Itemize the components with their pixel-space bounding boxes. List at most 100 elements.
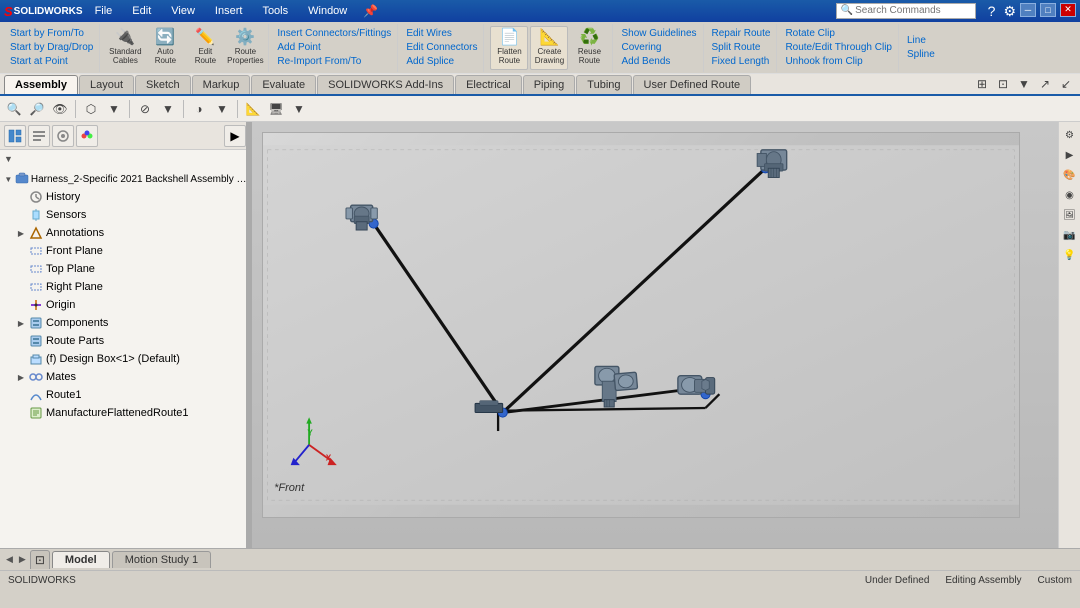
tree-item-route-parts[interactable]: Route Parts <box>0 332 250 350</box>
start-from-to-button[interactable]: Start by From/To <box>8 27 95 40</box>
tab-user-defined-route[interactable]: User Defined Route <box>633 75 752 94</box>
zoom-select-icon[interactable]: 🔍 <box>4 99 24 119</box>
unhook-clip-button[interactable]: Unhook from Clip <box>783 55 894 68</box>
sidebar-expand-icon[interactable]: ▶ <box>224 125 246 147</box>
tab-layout[interactable]: Layout <box>79 75 134 94</box>
add-point-button[interactable]: Add Point <box>275 41 393 54</box>
edit-wires-button[interactable]: Edit Wires <box>404 27 479 40</box>
tab-electrical[interactable]: Electrical <box>455 75 522 94</box>
tab-model[interactable]: Model <box>52 551 110 568</box>
tree-root-item[interactable]: ▼ Harness_2-Specific 2021 Backshell Asse… <box>0 170 250 188</box>
expand-icon[interactable]: ↗ <box>1035 74 1055 94</box>
viewport-single-icon[interactable]: ⊡ <box>993 74 1013 94</box>
annotations-expand[interactable]: ▶ <box>14 226 28 240</box>
rp-expand-icon[interactable]: ▶ <box>1061 146 1079 164</box>
display-style-icon[interactable]: ⬡ <box>81 99 101 119</box>
tab-motion-study[interactable]: Motion Study 1 <box>112 551 211 568</box>
auto-route-button[interactable]: 🔄 Auto Route <box>146 26 184 70</box>
help-icon[interactable]: ? <box>988 3 996 20</box>
menu-insert[interactable]: Insert <box>207 3 251 19</box>
section-view-icon[interactable]: ⊘ <box>135 99 155 119</box>
menu-window[interactable]: Window <box>300 3 355 19</box>
scene-area[interactable]: Y X *Front <box>262 132 1020 518</box>
tree-item-right-plane[interactable]: Right Plane <box>0 278 250 296</box>
tab-solidworks-addins[interactable]: SOLIDWORKS Add-Ins <box>317 75 454 94</box>
menu-pin[interactable]: 📌 <box>363 4 378 18</box>
edit-connectors-button[interactable]: Edit Connectors <box>404 41 479 54</box>
settings-icon[interactable]: ⚙ <box>1003 3 1016 20</box>
components-expand[interactable]: ▶ <box>14 316 28 330</box>
rp-settings-icon[interactable]: ⚙ <box>1061 126 1079 144</box>
tab-nav-left[interactable]: ◀ <box>4 552 15 567</box>
display-style-drop[interactable]: ▼ <box>104 99 124 119</box>
monitor-icon[interactable]: 🖥 <box>266 99 286 119</box>
add-bends-button[interactable]: Add Bends <box>619 55 698 68</box>
tab-tubing[interactable]: Tubing <box>576 75 631 94</box>
rp-scene-icon[interactable]: ◉ <box>1061 186 1079 204</box>
maximize-button[interactable]: □ <box>1040 3 1056 17</box>
tab-nav-right[interactable]: ▶ <box>17 552 28 567</box>
zoom-fit-icon[interactable]: 🔎 <box>27 99 47 119</box>
search-bar[interactable]: 🔍 <box>836 3 976 19</box>
flatten-route-button[interactable]: 📄 Flatten Route <box>490 26 528 70</box>
feature-tree[interactable]: ▼ Harness_2-Specific 2021 Backshell Asse… <box>0 168 250 548</box>
show-guidelines-button[interactable]: Show Guidelines <box>619 27 698 40</box>
tab-assembly[interactable]: Assembly <box>4 75 78 94</box>
route-properties-button[interactable]: ⚙️ Route Properties <box>226 26 264 70</box>
viewport-options-icon[interactable]: ▼ <box>1014 74 1034 94</box>
tree-item-design-box[interactable]: (f) Design Box<1> (Default) <box>0 350 250 368</box>
sidebar-pm-icon[interactable] <box>28 125 50 147</box>
edit-route-button[interactable]: ✏️ Edit Route <box>186 26 224 70</box>
rp-decals-icon[interactable]: 🖼 <box>1061 206 1079 224</box>
root-expand[interactable]: ▼ <box>2 172 15 186</box>
shading-icon[interactable]: ◑ <box>189 99 209 119</box>
menu-file[interactable]: File <box>87 3 121 19</box>
tree-item-top-plane[interactable]: Top Plane <box>0 260 250 278</box>
rp-appearance-icon[interactable]: 🎨 <box>1061 166 1079 184</box>
monitor-drop[interactable]: ▼ <box>289 99 309 119</box>
section-view-drop[interactable]: ▼ <box>158 99 178 119</box>
mates-expand[interactable]: ▶ <box>14 370 28 384</box>
repair-route-button[interactable]: Repair Route <box>710 27 773 40</box>
tree-item-front-plane[interactable]: Front Plane <box>0 242 250 260</box>
sidebar-view-icon[interactable] <box>4 125 26 147</box>
line-button[interactable]: Line <box>905 34 937 47</box>
tab-evaluate[interactable]: Evaluate <box>251 75 316 94</box>
tree-item-history[interactable]: History <box>0 188 250 206</box>
restore-icon[interactable]: ↙ <box>1056 74 1076 94</box>
tab-sketch[interactable]: Sketch <box>135 75 191 94</box>
close-button[interactable]: ✕ <box>1060 3 1076 17</box>
tree-item-annotations[interactable]: ▶ Annotations <box>0 224 250 242</box>
menu-view[interactable]: View <box>163 3 203 19</box>
measure-icon[interactable]: 📐 <box>243 99 263 119</box>
view-orient-icon[interactable]: 👁 <box>50 99 70 119</box>
insert-connectors-button[interactable]: Insert Connectors/Fittings <box>275 27 393 40</box>
reuse-route-button[interactable]: ♻️ Reuse Route <box>570 26 608 70</box>
viewport-layout-icon[interactable]: ⊞ <box>972 74 992 94</box>
minimize-button[interactable]: ─ <box>1020 3 1036 17</box>
add-splice-button[interactable]: Add Splice <box>404 55 479 68</box>
start-drag-drop-button[interactable]: Start by Drag/Drop <box>8 41 95 54</box>
tab-markup[interactable]: Markup <box>192 75 251 94</box>
tree-item-mates[interactable]: ▶ Mates <box>0 368 250 386</box>
viewport[interactable]: Y X *Front ⚙ <box>252 122 1080 548</box>
start-at-point-button[interactable]: Start at Point <box>8 55 95 68</box>
sidebar-config-icon[interactable] <box>52 125 74 147</box>
split-route-button[interactable]: Split Route <box>710 41 773 54</box>
tree-item-origin[interactable]: Origin <box>0 296 250 314</box>
standard-cables-button[interactable]: 🔌 Standard Cables <box>106 26 144 70</box>
rp-camera-icon[interactable]: 📷 <box>1061 226 1079 244</box>
covering-button[interactable]: Covering <box>619 41 698 54</box>
search-input[interactable] <box>855 5 965 16</box>
tree-item-manufacture-route[interactable]: ManufactureFlattenedRoute1 <box>0 404 250 422</box>
tree-item-route1[interactable]: Route1 <box>0 386 250 404</box>
route-through-clip-button[interactable]: Route/Edit Through Clip <box>783 41 894 54</box>
sidebar-appearance-icon[interactable] <box>76 125 98 147</box>
tree-item-components[interactable]: ▶ Components <box>0 314 250 332</box>
rotate-clip-button[interactable]: Rotate Clip <box>783 27 894 40</box>
fixed-length-button[interactable]: Fixed Length <box>710 55 773 68</box>
reimport-button[interactable]: Re-Import From/To <box>275 55 393 68</box>
tree-item-sensors[interactable]: Sensors <box>0 206 250 224</box>
menu-edit[interactable]: Edit <box>124 3 159 19</box>
tab-piping[interactable]: Piping <box>523 75 576 94</box>
